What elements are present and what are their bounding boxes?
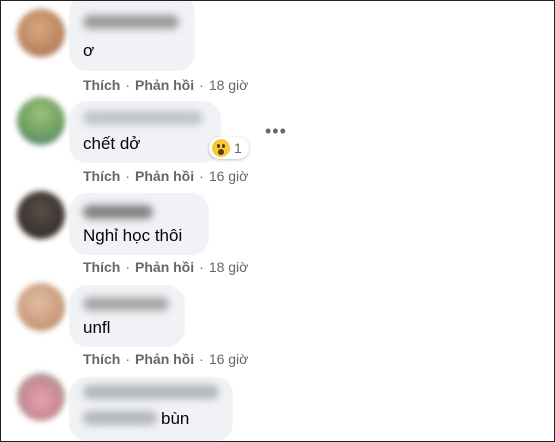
avatar[interactable] <box>17 373 65 421</box>
separator: · <box>199 168 204 184</box>
like-button[interactable]: Thích <box>83 168 120 184</box>
comment-text: ơ <box>83 41 95 60</box>
like-button[interactable]: Thích <box>83 77 120 93</box>
like-button[interactable]: Thích <box>83 259 120 275</box>
avatar[interactable] <box>17 283 65 331</box>
reply-button[interactable]: Phản hồi <box>135 351 194 367</box>
comment-actions: Thích · Phản hồi · 16 giờ <box>83 168 248 184</box>
more-options-icon[interactable]: ••• <box>265 121 287 142</box>
separator: · <box>199 259 204 275</box>
commenter-name-blurred[interactable] <box>83 297 169 311</box>
like-button[interactable]: Thích <box>83 351 120 367</box>
comment-bubble: unfl <box>69 285 185 347</box>
separator: · <box>199 77 204 93</box>
avatar[interactable] <box>17 9 65 57</box>
comment-actions: Thích · Phản hồi · 18 giờ <box>83 77 248 93</box>
comment-actions: Thích · Phản hồi · 18 giờ <box>83 259 248 275</box>
comment-actions: Thích · Phản hồi · 16 giờ <box>83 351 248 367</box>
comment-timestamp[interactable]: 16 giờ <box>209 168 249 184</box>
commenter-name-blurred[interactable] <box>83 205 153 219</box>
comment-bubble: Nghỉ học thôi <box>69 193 209 255</box>
avatar[interactable] <box>17 97 65 145</box>
comment-3: Nghỉ học thôi Thích · Phản hồi · 18 giờ <box>1 185 554 277</box>
reply-button[interactable]: Phản hồi <box>135 259 194 275</box>
comment-text-blurred <box>83 411 157 425</box>
comment-bubble: chết dở <box>69 101 221 163</box>
separator: · <box>125 351 131 367</box>
comment-timestamp[interactable]: 18 giờ <box>209 77 249 93</box>
comment-thread: ơ Thích · Phản hồi · 18 giờ chết dở 1 ••• Th… <box>0 0 555 442</box>
separator: · <box>125 259 131 275</box>
commenter-name-blurred[interactable] <box>83 385 219 399</box>
comment-text: Nghỉ học thôi <box>83 226 183 245</box>
comment-text: unfl <box>83 318 111 337</box>
comment-timestamp[interactable]: 18 giờ <box>209 259 249 275</box>
reaction-count: 1 <box>234 140 242 156</box>
separator: · <box>199 351 204 367</box>
commenter-name-blurred[interactable] <box>83 15 179 29</box>
separator: · <box>125 168 131 184</box>
comment-2: chết dở 1 ••• Thích · Phản hồi · 16 giờ <box>1 93 554 185</box>
reaction-badge[interactable]: 1 <box>209 137 249 159</box>
separator: · <box>125 77 131 93</box>
wow-reaction-icon <box>212 139 230 157</box>
comment-1: ơ Thích · Phản hồi · 18 giờ <box>1 1 554 93</box>
reply-button[interactable]: Phản hồi <box>135 77 194 93</box>
comment-5: bùn <box>1 369 554 441</box>
comment-bubble: ơ <box>69 1 195 71</box>
comment-bubble: bùn <box>69 377 233 441</box>
comment-text: bùn <box>161 409 190 428</box>
comment-timestamp[interactable]: 16 giờ <box>209 351 249 367</box>
avatar[interactable] <box>17 191 65 239</box>
comment-4: unfl Thích · Phản hồi · 16 giờ <box>1 277 554 369</box>
comment-text: chết dở <box>83 134 141 153</box>
reply-button[interactable]: Phản hồi <box>135 168 194 184</box>
commenter-name-blurred[interactable] <box>83 111 203 125</box>
